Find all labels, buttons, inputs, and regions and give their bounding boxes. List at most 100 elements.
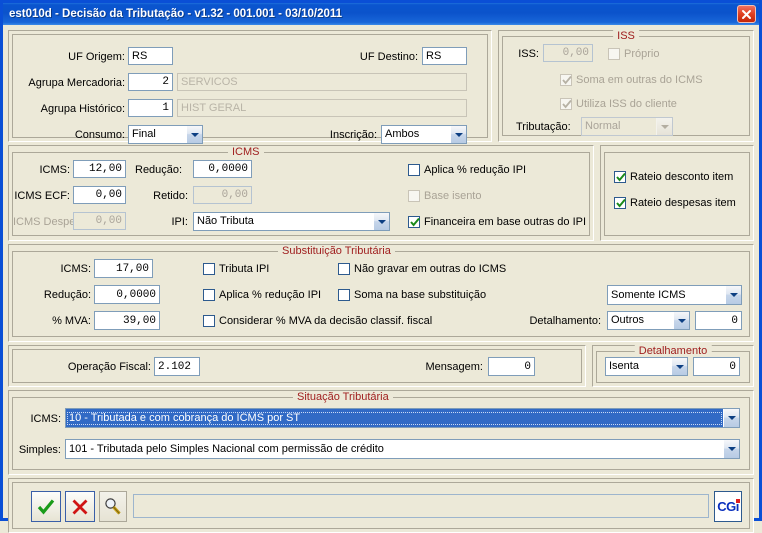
mensagem-label: Mensagem: xyxy=(425,361,483,373)
situacao-simples-label: Simples: xyxy=(18,444,61,456)
agrupa-historico-description: HIST GERAL xyxy=(177,99,467,117)
agrupa-historico-input[interactable]: 1 xyxy=(128,99,173,117)
st-reducao-label: Redução: xyxy=(43,289,91,301)
mensagem-input[interactable]: 0 xyxy=(488,357,535,376)
situacao-panel: Situação Tributária ICMS: 10 - Tributada… xyxy=(8,390,754,475)
operacao-panel: Operação Fiscal: 2.102 Mensagem: 0 xyxy=(8,345,586,387)
situacao-icms-label: ICMS: xyxy=(30,413,61,425)
iss-group: ISS ISS: 0,00 Próprio Soma em outras do … xyxy=(502,30,750,136)
detalhamento-select[interactable]: Isenta xyxy=(605,357,688,376)
rateio-group: Rateio desconto item Rateio despesas ite… xyxy=(604,152,750,236)
icms-input[interactable]: 12,00 xyxy=(73,160,126,178)
close-x-icon xyxy=(72,499,88,514)
chevron-down-icon xyxy=(723,440,739,458)
checkbox-box xyxy=(203,289,215,301)
rateio-desconto-label: Rateio desconto item xyxy=(630,171,734,183)
icms-legend: ICMS xyxy=(228,146,264,158)
iss-soma-outras-label: Soma em outras do ICMS xyxy=(576,74,703,86)
inscricao-select[interactable]: Ambos xyxy=(381,125,467,144)
substituicao-legend: Substituição Tributária xyxy=(278,245,395,257)
operacao-fiscal-label: Operação Fiscal: xyxy=(67,361,151,373)
checkbox-box xyxy=(408,164,420,176)
icms-despesa-input: 0,00 xyxy=(73,212,126,230)
st-detalhamento-value: Outros xyxy=(611,314,645,326)
icms-retido-label: Retido: xyxy=(153,190,188,202)
check-icon xyxy=(37,498,55,514)
iss-panel: ISS ISS: 0,00 Próprio Soma em outras do … xyxy=(498,30,754,142)
st-aplica-reducao-ipi-label: Aplica % redução IPI xyxy=(219,289,322,301)
brand-dot-icon xyxy=(735,499,740,503)
detalhamento-group: Detalhamento Isenta 0 xyxy=(596,345,750,383)
header-panel: UF Origem: RS UF Destino: RS Agrupa Merc… xyxy=(8,30,492,144)
st-considerar-mva-label: Considerar % MVA da decisão classif. fis… xyxy=(219,315,433,327)
close-button[interactable] xyxy=(737,5,756,23)
icms-aplica-reducao-ipi-label: Aplica % redução IPI xyxy=(424,164,527,176)
st-soma-base-checkbox[interactable]: Soma na base substituição xyxy=(338,289,486,301)
icms-panel: ICMS ICMS: 12,00 Redução: 0,0000 ICMS EC… xyxy=(8,145,594,241)
iss-tributacao-select: Normal xyxy=(581,117,673,136)
st-tributa-ipi-checkbox[interactable]: Tributa IPI xyxy=(203,263,269,275)
chevron-down-icon xyxy=(186,126,202,143)
rateio-desconto-checkbox[interactable]: Rateio desconto item xyxy=(614,171,733,183)
chevron-down-icon xyxy=(725,286,741,304)
toolbar-panel: CGi xyxy=(8,478,754,533)
icms-group: ICMS ICMS: 12,00 Redução: 0,0000 ICMS EC… xyxy=(12,146,590,236)
icms-financeira-label: Financeira em base outras do IPI xyxy=(424,216,587,228)
st-considerar-mva-checkbox[interactable]: Considerar % MVA da decisão classif. fis… xyxy=(203,315,432,327)
checkbox-box xyxy=(560,98,572,110)
st-detalhamento-select[interactable]: Outros xyxy=(607,311,690,330)
detalhamento-panel: Detalhamento Isenta 0 xyxy=(592,345,754,387)
situacao-simples-value: 101 - Tributada pelo Simples Nacional co… xyxy=(69,442,384,455)
window-title: est010d - Decisão da Tributação - v1.32 … xyxy=(9,8,343,20)
header-group: UF Origem: RS UF Destino: RS Agrupa Merc… xyxy=(12,34,488,144)
brand-button[interactable]: CGi xyxy=(714,491,742,522)
icms-ecf-input[interactable]: 0,00 xyxy=(73,186,126,204)
st-aplica-reducao-ipi-checkbox[interactable]: Aplica % redução IPI xyxy=(203,289,321,301)
ipi-select[interactable]: Não Tributa xyxy=(193,212,390,231)
icms-financeira-checkbox[interactable]: Financeira em base outras do IPI xyxy=(408,216,586,228)
icms-aplica-reducao-ipi-checkbox[interactable]: Aplica % redução IPI xyxy=(408,164,526,176)
detalhamento-number-input[interactable]: 0 xyxy=(693,357,740,376)
st-nao-gravar-checkbox[interactable]: Não gravar em outras do ICMS xyxy=(338,263,506,275)
rateio-despesas-checkbox[interactable]: Rateio despesas item xyxy=(614,197,736,209)
st-mva-input[interactable]: 39,00 xyxy=(94,311,160,330)
consumo-select[interactable]: Final xyxy=(128,125,203,144)
checkbox-box xyxy=(408,190,420,202)
icms-reducao-input[interactable]: 0,0000 xyxy=(193,160,252,178)
search-button[interactable] xyxy=(99,491,127,522)
st-icms-input[interactable]: 17,00 xyxy=(94,259,153,278)
agrupa-mercadoria-input[interactable]: 2 xyxy=(128,73,173,91)
uf-origem-input[interactable]: RS xyxy=(128,47,173,65)
agrupa-mercadoria-label: Agrupa Mercadoria: xyxy=(28,77,125,89)
uf-destino-input[interactable]: RS xyxy=(422,47,467,65)
situacao-icms-select[interactable]: 10 - Tributada e com cobrança do ICMS po… xyxy=(65,408,740,428)
check-icon xyxy=(562,99,572,109)
inscricao-label: Inscrição: xyxy=(329,129,377,141)
icms-label: ICMS: xyxy=(39,164,70,176)
inscricao-value: Ambos xyxy=(385,128,420,140)
agrupa-historico-label: Agrupa Histórico: xyxy=(40,103,125,115)
cancel-button[interactable] xyxy=(65,491,95,522)
st-somente-icms-select[interactable]: Somente ICMS xyxy=(607,285,742,305)
st-reducao-input[interactable]: 0,0000 xyxy=(94,285,160,304)
title-bar: est010d - Decisão da Tributação - v1.32 … xyxy=(3,3,759,25)
confirm-button[interactable] xyxy=(31,491,61,522)
situacao-simples-select[interactable]: 101 - Tributada pelo Simples Nacional co… xyxy=(65,439,740,459)
chevron-down-icon xyxy=(656,118,672,135)
status-field[interactable] xyxy=(133,494,709,518)
toolbar-group: CGi xyxy=(12,482,750,529)
icms-base-isento-checkbox: Base isento xyxy=(408,190,481,202)
check-icon xyxy=(410,217,420,227)
checkbox-box xyxy=(203,263,215,275)
brand-label: CGi xyxy=(717,499,740,514)
chevron-down-icon xyxy=(671,358,687,375)
st-tributa-ipi-label: Tributa IPI xyxy=(219,263,270,275)
checkbox-box xyxy=(408,216,420,228)
operacao-fiscal-input[interactable]: 2.102 xyxy=(154,357,200,376)
st-detalhamento-number-input[interactable]: 0 xyxy=(695,311,742,330)
application-window: est010d - Decisão da Tributação - v1.32 … xyxy=(0,0,762,533)
check-icon xyxy=(616,172,626,182)
iss-legend: ISS xyxy=(613,30,639,42)
st-nao-gravar-label: Não gravar em outras do ICMS xyxy=(354,263,507,275)
st-detalhamento-label: Detalhamento: xyxy=(529,315,601,327)
